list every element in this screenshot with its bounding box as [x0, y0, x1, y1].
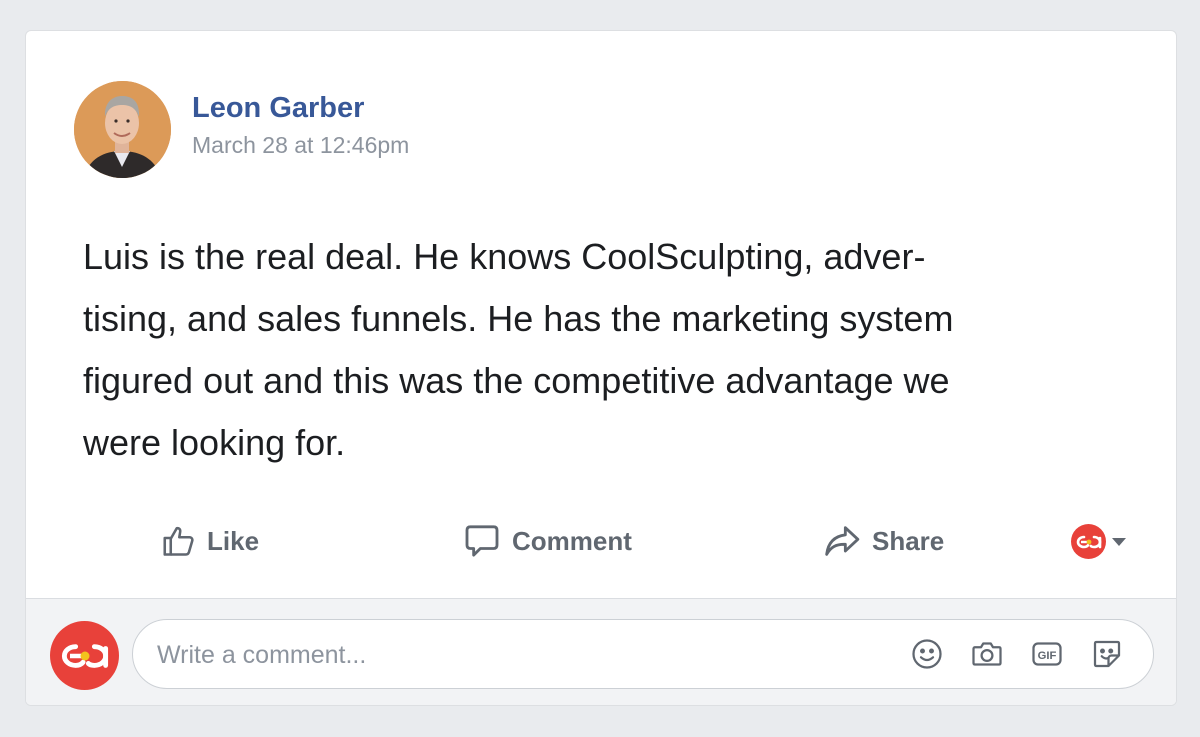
- speech-bubble-icon: [465, 525, 499, 557]
- post-timestamp[interactable]: March 28 at 12:46pm: [192, 132, 409, 159]
- comment-composer: Write a comment... GIF: [26, 598, 1176, 705]
- svg-text:GIF: GIF: [1038, 650, 1057, 662]
- commenter-avatar[interactable]: [50, 621, 119, 690]
- post-actions: Like Comment Share: [26, 516, 1176, 566]
- share-label: Share: [872, 525, 945, 556]
- comment-button[interactable]: Comment: [462, 516, 632, 566]
- comment-input[interactable]: Write a comment... GIF: [132, 619, 1154, 689]
- comment-label: Comment: [512, 525, 632, 556]
- share-button[interactable]: Share: [822, 516, 944, 566]
- smiley-icon[interactable]: [909, 636, 945, 672]
- post-card: Leon Garber March 28 at 12:46pm Luis is …: [25, 30, 1177, 706]
- composer-icons: GIF: [909, 636, 1125, 672]
- post-text-line: Luis is the real deal. He knows CoolScul…: [83, 236, 926, 277]
- like-label: Like: [207, 525, 260, 556]
- like-button[interactable]: Like: [161, 516, 259, 566]
- chevron-down-icon: [1112, 537, 1126, 546]
- post-text-line: figured out and this was the competitive…: [83, 360, 950, 401]
- post-text-line: tising, and sales funnels. He has the ma…: [83, 298, 954, 339]
- page-selector-button[interactable]: [1071, 524, 1126, 559]
- post-text-line: were looking for.: [83, 422, 346, 463]
- author-name[interactable]: Leon Garber: [192, 92, 364, 125]
- comment-placeholder: Write a comment...: [157, 641, 367, 669]
- sticker-icon[interactable]: [1089, 636, 1125, 672]
- share-arrow-icon: [825, 526, 860, 556]
- brand-logo: [1071, 524, 1106, 559]
- camera-icon[interactable]: [969, 636, 1005, 672]
- author-avatar[interactable]: [74, 81, 171, 178]
- thumbs-up-icon: [163, 526, 194, 556]
- gif-icon[interactable]: GIF: [1029, 636, 1065, 672]
- post-body: Luis is the real deal. He knows CoolScul…: [83, 226, 1143, 474]
